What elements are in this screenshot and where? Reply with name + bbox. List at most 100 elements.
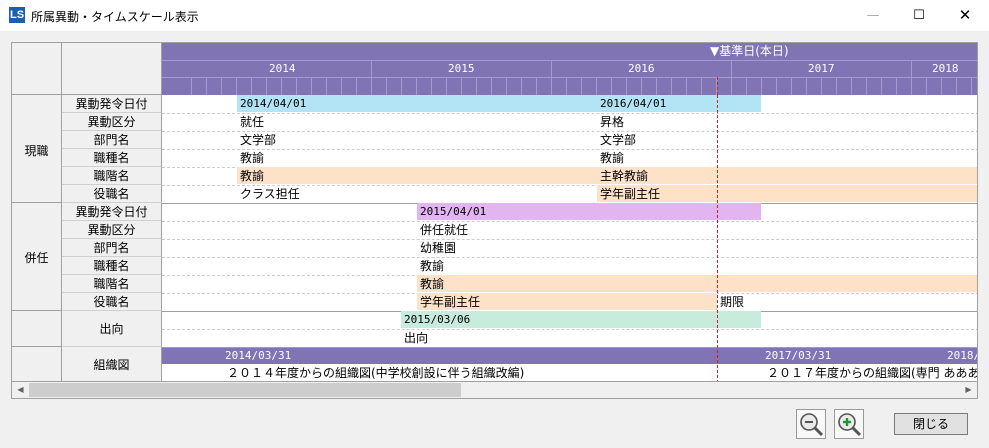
group-current: 現職 [12,95,62,203]
year-label: 2018 [932,62,959,75]
app-logo-icon: LS [9,7,25,23]
month-tick [941,78,942,95]
month-tick [221,78,222,95]
month-tick [491,78,492,95]
month-tick [311,78,312,95]
assignment-type: 就任 [240,115,265,129]
month-tick [671,78,672,95]
month-tick [521,78,522,95]
timeline-grid: ▼基準日(本日) 2014 2015 2016 2017 2018 現職 異動発… [11,42,978,382]
month-tick [401,78,402,95]
close-window-button[interactable]: ✕ [942,0,988,31]
month-tick [656,78,657,95]
assignment-date: 2016/04/01 [600,97,667,110]
timeline-month-header [162,77,977,95]
month-tick [251,78,252,95]
month-tick [956,78,957,95]
org-chart-bar[interactable]: 2014/03/31 2017/03/31 2018/0 [162,348,977,364]
timeline-header-top: ▼基準日(本日) [162,43,977,60]
scrollbar-thumb[interactable] [29,383,461,397]
month-tick [236,78,237,95]
zoom-out-icon [800,413,824,437]
today-marker-line [717,95,718,381]
close-button[interactable]: 閉じる [894,413,968,435]
row-label: 部門名 [62,239,162,257]
timeline-year-header: 2014 2015 2016 2017 2018 [162,60,977,77]
month-tick [266,78,267,95]
job-type: 教諭 [600,151,625,165]
assignment-date: 2015/03/06 [404,313,471,326]
zoom-out-button[interactable] [796,409,826,439]
month-tick [926,78,927,95]
month-tick [551,78,552,95]
month-tick [611,78,612,95]
horizontal-scrollbar[interactable]: ◀ ▶ [11,382,978,399]
date-bar-current[interactable] [237,95,761,112]
row-label: 部門名 [62,131,162,149]
month-tick [566,78,567,95]
job-type: 教諭 [240,151,265,165]
month-tick [461,78,462,95]
grade-name: 教諭 [240,169,265,183]
grade-bar [417,275,977,292]
month-tick [911,78,912,95]
scroll-right-icon[interactable]: ▶ [960,382,977,398]
month-tick [731,78,732,95]
month-tick [971,78,972,95]
month-tick [596,78,597,95]
secondment-text: 出向 [404,331,429,345]
month-tick [371,78,372,95]
maximize-button[interactable]: ☐ [896,0,942,31]
header-corner [12,43,162,95]
job-type: 教諭 [420,259,445,273]
grade-name: 主幹教諭 [600,169,649,183]
row-label: 異動区分 [62,221,162,239]
row-label: 職種名 [62,149,162,167]
position-name: クラス担任 [240,187,300,201]
row-label: 異動発令日付 [62,95,162,113]
month-tick [821,78,822,95]
year-label: 2017 [808,62,835,75]
month-tick [701,78,702,95]
row-label: 組織図 [62,347,162,381]
row-label: 職階名 [62,275,162,293]
org-chart-name[interactable]: ２０１７年度からの組織図(専門 ああああ [767,364,977,381]
position-name: 学年副主任 [600,187,661,201]
group-secondment-spacer [12,311,62,347]
scroll-left-icon[interactable]: ◀ [12,382,29,398]
month-tick [806,78,807,95]
department-name: 文学部 [600,133,637,147]
org-date: 2018/0 [947,349,977,362]
row-label: 職種名 [62,257,162,275]
position-name: 学年副主任 [420,295,481,309]
month-tick [446,78,447,95]
month-tick [791,78,792,95]
grade-name: 教諭 [420,277,445,291]
month-tick [431,78,432,95]
group-concurrent: 併任 [12,203,62,311]
row-label: 職階名 [62,167,162,185]
month-tick [206,78,207,95]
title-bar: LS 所属異動・タイムスケール表示 — ☐ ✕ [0,0,989,31]
zoom-in-button[interactable] [834,409,864,439]
month-tick [341,78,342,95]
month-tick [416,78,417,95]
window-title: 所属異動・タイムスケール表示 [31,10,199,24]
month-tick [836,78,837,95]
month-tick [536,78,537,95]
zoom-in-icon [838,413,862,437]
month-tick [296,78,297,95]
assignment-type: 併任就任 [420,223,469,237]
month-tick [581,78,582,95]
row-label: 役職名 [62,293,162,311]
assignment-date: 2015/04/01 [420,205,487,218]
month-tick [746,78,747,95]
month-tick [851,78,852,95]
month-tick [881,78,882,95]
department-name: 文学部 [240,133,277,147]
group-label: 併任 [24,251,49,265]
minimize-button[interactable]: — [850,0,896,31]
org-chart-name[interactable]: ２０１４年度からの組織図(中学校創設に伴う組織改編) [227,364,524,381]
base-date-marker: ▼基準日(本日) [710,44,789,58]
month-tick [476,78,477,95]
